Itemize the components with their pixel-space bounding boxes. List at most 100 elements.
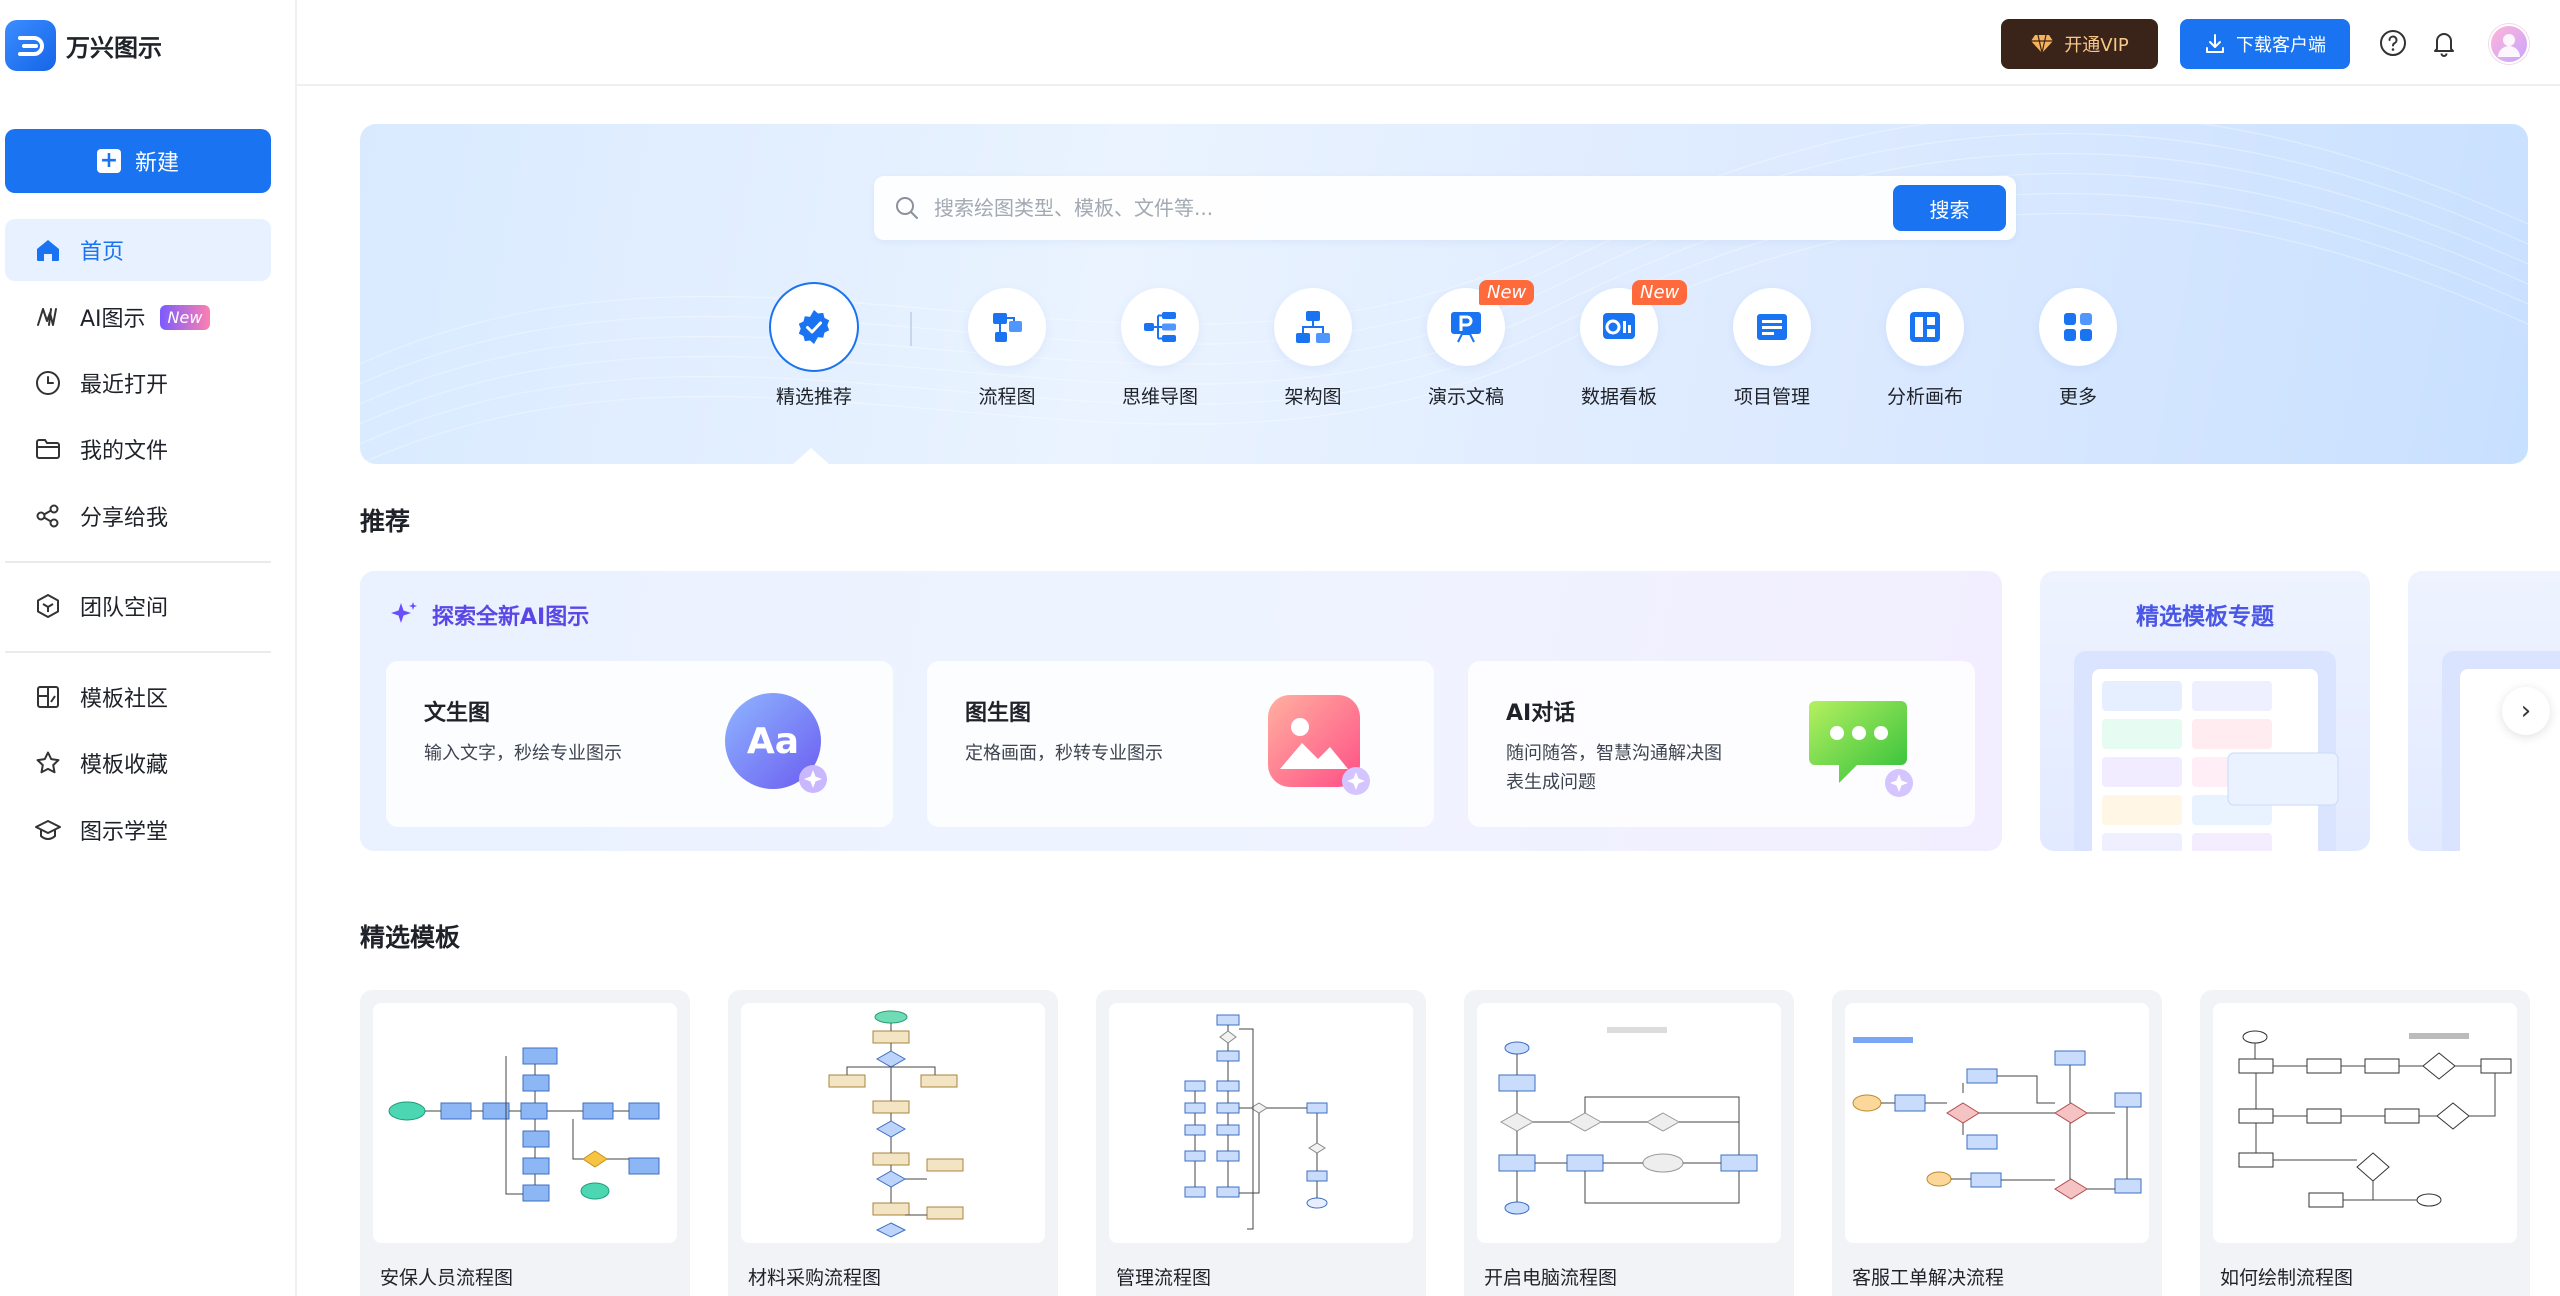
download-client-button[interactable]: 下载客户端	[2180, 19, 2350, 69]
new-badge: New	[1479, 280, 1535, 305]
category-dashboard[interactable]: New 数据看板	[1559, 280, 1688, 409]
sidebar-divider	[5, 561, 271, 563]
template-name: 管理流程图	[1116, 1267, 1212, 1289]
template-card[interactable]: 客服工单解决流程	[1832, 990, 2162, 1296]
app-name: 万兴图示	[66, 34, 162, 62]
user-icon	[2498, 34, 2520, 57]
section-title-recommend: 推荐	[360, 507, 411, 536]
carousel-next-button[interactable]: ›	[2502, 687, 2550, 735]
chevron-right-icon: ›	[2520, 696, 2532, 726]
cube-icon	[37, 594, 59, 618]
chat-art-icon	[1809, 701, 1913, 797]
logo-icon	[5, 20, 56, 71]
search-bar: 搜索	[874, 176, 2016, 240]
badge-check-icon	[798, 310, 830, 344]
dashboard-icon	[1603, 313, 1635, 339]
ai-card-title: AI对话	[1506, 701, 1576, 726]
new-button-label: 新建	[134, 151, 179, 176]
home-icon	[37, 240, 59, 261]
template-thumbnail	[2213, 1003, 2517, 1243]
category-project[interactable]: 项目管理	[1712, 288, 1832, 409]
template-card[interactable]: 如何绘制流程图	[2200, 990, 2530, 1296]
sidebar-item-template-favorites[interactable]: 模板收藏	[5, 732, 271, 794]
image-art-icon	[1268, 695, 1370, 795]
sidebar-item-home[interactable]: 首页	[5, 219, 271, 281]
sidebar-item-label: 模板收藏	[80, 753, 169, 778]
search-icon	[896, 197, 918, 219]
category-label: 数据看板	[1580, 386, 1657, 408]
search-input[interactable]	[934, 196, 1874, 220]
category-label: 精选推荐	[775, 386, 852, 408]
sidebar: 万兴图示 + 新建 首页 AI图示 New 最近打开 我的文件 分享给我 团队空…	[0, 0, 297, 1296]
sidebar-item-template-community[interactable]: 模板社区	[5, 666, 271, 728]
flowchart-thumbnail	[2238, 1030, 2512, 1208]
template-card[interactable]: 管理流程图	[1096, 990, 1426, 1296]
category-flowchart[interactable]: 流程图	[947, 288, 1067, 409]
category-label: 思维导图	[1121, 386, 1198, 408]
app-logo[interactable]: 万兴图示	[5, 20, 162, 71]
category-icon-wrap	[2039, 288, 2117, 366]
ai-card-image-to-diagram[interactable]: 图生图 定格画面，秒转专业图示	[927, 661, 1434, 827]
category-featured[interactable]: 精选推荐	[754, 288, 874, 409]
grid-icon	[2064, 313, 2092, 341]
ai-card-text-to-diagram[interactable]: 文生图 输入文字，秒绘专业图示 Aa	[386, 661, 893, 827]
category-label: 演示文稿	[1427, 386, 1504, 408]
category-label: 更多	[2058, 386, 2097, 408]
sparkle-icon	[391, 602, 417, 623]
category-presentation[interactable]: New 演示文稿	[1406, 280, 1535, 409]
sidebar-item-label: 模板社区	[80, 687, 169, 712]
template-card[interactable]: 安保人员流程图	[360, 990, 690, 1296]
flowchart-thumbnail	[1498, 1027, 1758, 1215]
bell-icon[interactable]	[2429, 28, 2459, 58]
template-name: 材料采购流程图	[748, 1267, 882, 1289]
sidebar-item-label: 我的文件	[80, 439, 169, 464]
category-canvas[interactable]: 分析画布	[1865, 288, 1985, 409]
category-more[interactable]: 更多	[2018, 288, 2138, 409]
template-name: 开启电脑流程图	[1484, 1267, 1618, 1289]
template-icon	[37, 686, 59, 708]
template-thumbnail	[741, 1003, 1045, 1243]
clock-icon	[36, 371, 60, 395]
sidebar-item-label: 最近打开	[80, 373, 169, 398]
sidebar-item-team[interactable]: 团队空间	[5, 575, 271, 637]
user-avatar[interactable]	[2489, 24, 2529, 64]
ai-card-desc: 定格画面，秒转专业图示	[965, 743, 1163, 764]
sidebar-item-recent[interactable]: 最近打开	[5, 352, 271, 414]
category-architecture[interactable]: 架构图	[1253, 288, 1373, 409]
template-thumbnail	[1109, 1003, 1413, 1243]
template-card[interactable]: 材料采购流程图	[728, 990, 1058, 1296]
art-text: Aa	[747, 721, 799, 762]
sidebar-item-academy[interactable]: 图示学堂	[5, 799, 271, 861]
template-thumbnail	[1477, 1003, 1781, 1243]
category-icon-wrap	[968, 288, 1046, 366]
graduation-cap-icon	[35, 820, 61, 841]
presentation-icon	[1451, 312, 1481, 343]
vip-button[interactable]: 开通VIP	[2001, 19, 2158, 69]
help-icon[interactable]	[2378, 28, 2408, 58]
category-label: 项目管理	[1733, 386, 1810, 408]
sidebar-item-shared[interactable]: 分享给我	[5, 485, 271, 547]
sidebar-item-my-files[interactable]: 我的文件	[5, 418, 271, 480]
flowchart-thumbnail	[1184, 1014, 1328, 1230]
template-topic-card[interactable]: 精选模板专题	[2040, 571, 2370, 851]
text-art-icon: Aa	[725, 693, 827, 793]
category-label: 架构图	[1284, 386, 1342, 408]
sidebar-item-label: 图示学堂	[80, 820, 169, 845]
ai-panel: 探索全新AI图示 文生图 输入文字，秒绘专业图示 Aa 图生图 定格画面，秒转专…	[360, 571, 2002, 851]
mindmap-icon	[1144, 312, 1176, 342]
template-card[interactable]: 开启电脑流程图	[1464, 990, 1794, 1296]
diamond-icon	[2031, 34, 2054, 54]
active-category-pointer	[793, 448, 829, 464]
search-button[interactable]: 搜索	[1893, 185, 2006, 231]
category-mindmap[interactable]: 思维导图	[1100, 288, 1220, 409]
template-name: 如何绘制流程图	[2220, 1267, 2354, 1289]
flowchart-thumbnail	[828, 1010, 964, 1238]
share-icon	[36, 504, 59, 528]
new-button[interactable]: + 新建	[5, 129, 271, 193]
sidebar-item-ai[interactable]: AI图示 New	[5, 286, 271, 348]
sidebar-item-label: 分享给我	[80, 506, 169, 531]
ai-card-ai-chat[interactable]: AI对话 随问随答，智慧沟通解决图表生成问题	[1468, 661, 1975, 827]
template-thumbnail	[373, 1003, 677, 1243]
ai-panel-title[interactable]: 探索全新AI图示	[388, 599, 589, 631]
category-icon-wrap	[1733, 288, 1811, 366]
